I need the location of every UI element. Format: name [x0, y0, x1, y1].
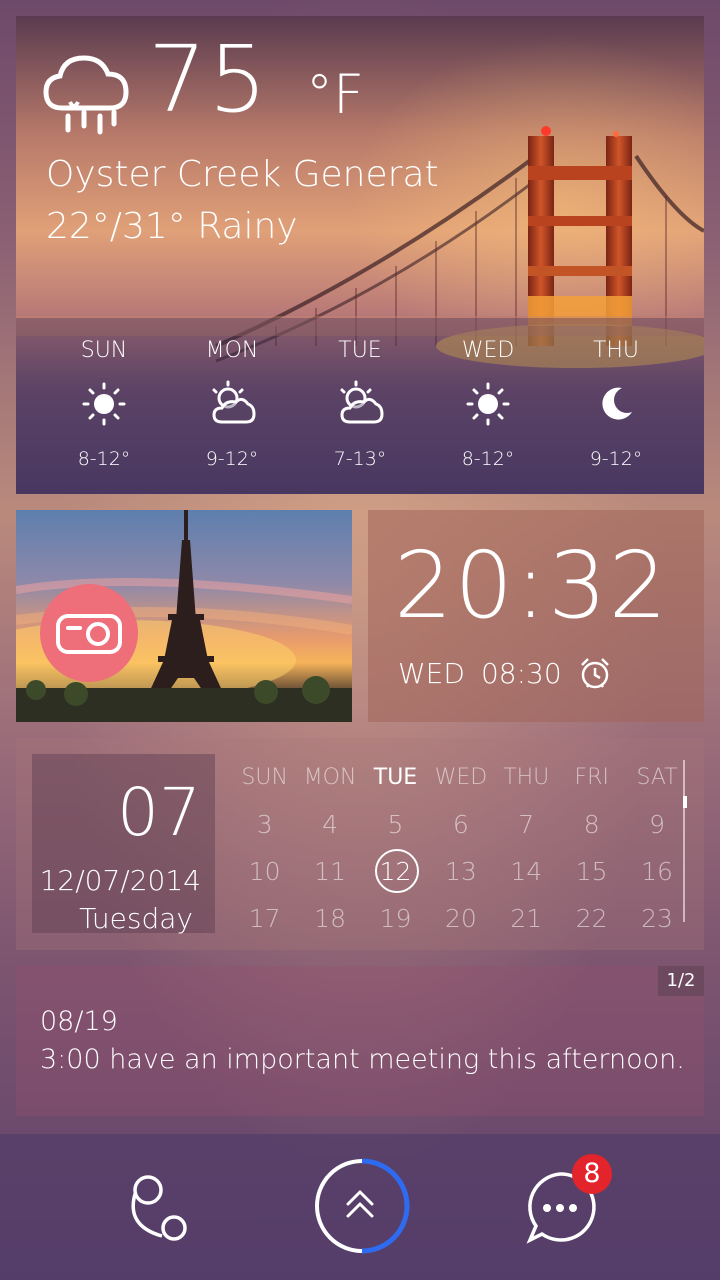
forecast-day: TUE 7-13°	[296, 338, 424, 470]
calendar-day[interactable]: 9	[624, 810, 689, 839]
calendar-day-selected[interactable]: 12	[363, 849, 428, 893]
calendar-day[interactable]: 5	[363, 810, 428, 839]
moon-icon	[602, 387, 632, 420]
selected-day-ring	[374, 849, 419, 893]
calendar-day[interactable]: 17	[232, 904, 297, 933]
calendar-day[interactable]: 10	[232, 857, 297, 886]
forecast-day-name: MON	[205, 338, 259, 363]
note-text: 3:00 have an important meeting this afte…	[40, 1044, 685, 1075]
note-card[interactable]: 1/2 08/19 3:00 have an important meeting…	[16, 966, 704, 1116]
today-day-number: 07	[117, 774, 201, 851]
calendar-day[interactable]: 18	[297, 904, 362, 933]
forecast-range: 8-12°	[77, 448, 131, 470]
partly-cloudy-icon	[212, 380, 256, 424]
calendar-day[interactable]: 22	[559, 904, 624, 933]
clock-time: 20:32	[394, 532, 670, 639]
calendar-day[interactable]: 8	[559, 810, 624, 839]
current-temperature: 75	[148, 26, 270, 133]
calendar-day[interactable]: 7	[494, 810, 559, 839]
double-chevron-up-icon	[346, 1190, 374, 1218]
today-weekday: Tuesday	[79, 902, 193, 935]
forecast-range: 8-12°	[461, 448, 515, 470]
calendar-day[interactable]: 16	[624, 857, 689, 886]
page-indicator: 1/2	[658, 966, 704, 996]
today-box: 07 12/07/2014 Tuesday	[32, 754, 215, 935]
calendar-day[interactable]: 20	[428, 904, 493, 933]
notification-badge: 8	[572, 1154, 612, 1194]
sun-icon	[466, 382, 510, 426]
forecast-day: SUN 8-12°	[40, 338, 168, 470]
calendar-day[interactable]: 23	[624, 904, 689, 933]
camera-button[interactable]	[40, 584, 138, 682]
circles-icon[interactable]	[122, 1170, 198, 1250]
calendar-day[interactable]: 3	[232, 810, 297, 839]
calendar-day[interactable]: 6	[428, 810, 493, 839]
forecast-day: WED 8-12°	[424, 338, 552, 470]
calendar-week-row: 3 4 5 6 7 8 9	[232, 801, 690, 848]
forecast-day-name: TUE	[338, 338, 382, 363]
calendar-day[interactable]: 21	[494, 904, 559, 933]
forecast-day: MON 9-12°	[168, 338, 296, 470]
home-button[interactable]	[310, 1154, 414, 1258]
alarm-day: WED	[398, 656, 465, 690]
forecast-day-name: SUN	[80, 338, 128, 363]
weekday-header: MON	[303, 765, 357, 790]
alarm-row: WED 08:30	[398, 656, 612, 690]
calendar-day[interactable]: 11	[297, 857, 362, 886]
location-name: Oyster Creek Generat	[46, 154, 439, 195]
weather-summary: 22°/31° Rainy	[46, 206, 298, 247]
calendar-day[interactable]: 19	[363, 904, 428, 933]
calendar-header-row: SUN MON TUE WED THU FRI SAT	[232, 754, 690, 801]
forecast-day: THU 9-12°	[552, 338, 680, 470]
calendar-day[interactable]: 14	[494, 857, 559, 886]
weekday-header: WED	[434, 765, 488, 790]
weekday-header: FRI	[574, 765, 609, 790]
clock-card[interactable]: 20:32 WED 08:30	[368, 510, 704, 722]
today-full-date: 12/07/2014	[39, 864, 201, 897]
forecast-range: 9-12°	[589, 448, 643, 470]
weekday-header: SAT	[636, 765, 678, 790]
alarm-time: 08:30	[480, 656, 562, 690]
sun-icon	[82, 382, 126, 426]
calendar-day[interactable]: 15	[559, 857, 624, 886]
weekday-header: SUN	[241, 765, 288, 790]
camera-icon	[56, 614, 122, 654]
note-date: 08/19	[40, 1006, 118, 1037]
forecast-day-name: WED	[461, 338, 515, 363]
temperature-unit: °F	[306, 63, 365, 126]
calendar-day[interactable]: 13	[428, 857, 493, 886]
calendar-week-row: 17 18 19 20 21 22 23	[232, 895, 690, 942]
calendar-day[interactable]: 4	[297, 810, 362, 839]
weekday-header-current: TUE	[373, 765, 418, 790]
calendar-week-row: 10 11 12 13 14 15 16	[232, 848, 690, 895]
forecast-range: 7-13°	[333, 448, 387, 470]
calendar-scrollbar[interactable]	[683, 760, 685, 922]
calendar-scroll-thumb[interactable]	[683, 796, 687, 808]
photo-card[interactable]	[16, 510, 352, 722]
calendar-grid: SUN MON TUE WED THU FRI SAT 3 4 5 6 7 8 …	[232, 754, 690, 942]
progress-ring	[361, 1158, 410, 1254]
forecast-range: 9-12°	[205, 448, 259, 470]
forecast-day-name: THU	[592, 338, 640, 363]
forecast-list: SUN 8-12° MON 9-12° TUE 7-13° WED 8-12° …	[40, 338, 680, 470]
rain-cloud-icon	[43, 55, 129, 135]
calendar-card[interactable]: 07 12/07/2014 Tuesday SUN MON TUE WED TH…	[16, 738, 704, 950]
partly-cloudy-icon	[340, 380, 384, 424]
alarm-clock-icon	[580, 658, 609, 689]
weekday-header: THU	[503, 765, 550, 790]
weather-card[interactable]: 75 °F Oyster Creek Generat 22°/31° Rainy…	[16, 16, 704, 494]
